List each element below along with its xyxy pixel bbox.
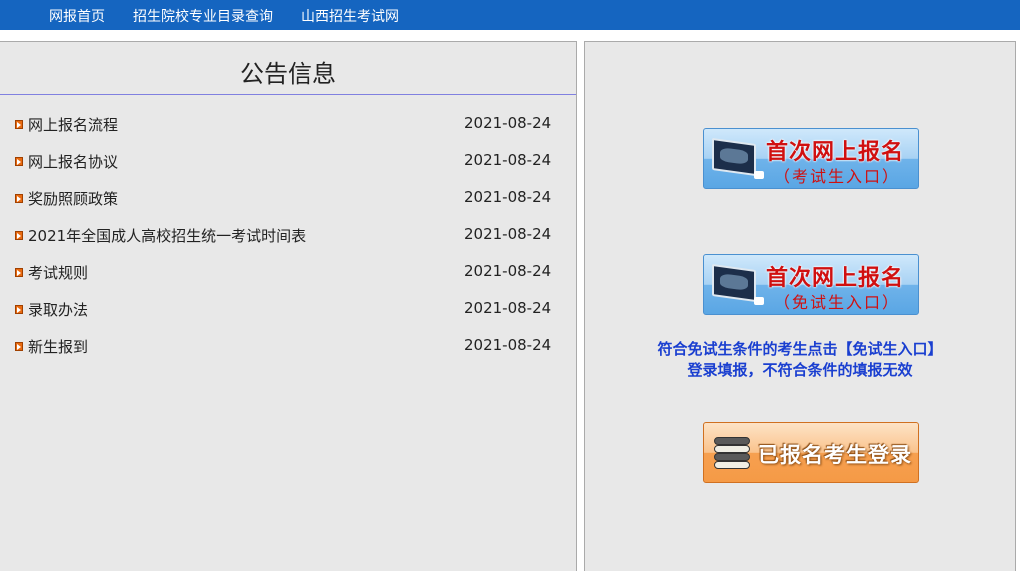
exam-register-main-label: 首次网上报名 <box>766 140 905 165</box>
exempt-register-sub-label: （免试生入口） <box>774 293 901 312</box>
arrow-bullet-icon <box>15 342 23 351</box>
notice-date: 2021-08-24 <box>464 299 552 317</box>
registered-login-button[interactable]: 已报名考生登录 <box>703 422 919 483</box>
arrow-bullet-icon <box>15 194 23 203</box>
notice-date: 2021-08-24 <box>464 188 552 206</box>
arrow-bullet-icon <box>15 305 23 314</box>
notice-date: 2021-08-24 <box>464 336 552 354</box>
arrow-bullet-icon <box>15 120 23 129</box>
exempt-hint-line2: 登录填报，不符合条件的填报无效 <box>687 361 913 379</box>
mouse-icon <box>754 171 764 179</box>
notice-item[interactable]: 网上报名流程 2021-08-24 <box>0 114 576 136</box>
notice-item[interactable]: 奖励照顾政策 2021-08-24 <box>0 188 576 210</box>
registration-panel: 首次网上报名 （考试生入口） 首次网上报名 （免试生入口） 符合免试生条件的考生… <box>584 41 1016 571</box>
monitor-icon <box>712 263 756 303</box>
notice-date: 2021-08-24 <box>464 114 552 132</box>
notice-item[interactable]: 录取办法 2021-08-24 <box>0 299 576 321</box>
exam-register-button[interactable]: 首次网上报名 （考试生入口） <box>703 128 919 189</box>
notice-panel: 公告信息 网上报名流程 2021-08-24 网上报名协议 2021-08-24… <box>0 41 577 571</box>
notice-panel-title: 公告信息 <box>240 60 336 88</box>
nav-link-home[interactable]: 网报首页 <box>49 6 105 26</box>
registered-login-label: 已报名考生登录 <box>758 443 912 467</box>
exam-register-sub-label: （考试生入口） <box>774 167 901 186</box>
exempt-hint-line1: 符合免试生条件的考生点击【免试生入口】 <box>657 340 943 358</box>
notice-title[interactable]: 考试规则 <box>28 262 88 283</box>
arrow-bullet-icon <box>15 268 23 277</box>
arrow-bullet-icon <box>15 157 23 166</box>
arrow-bullet-icon <box>15 231 23 240</box>
notice-title[interactable]: 2021年全国成人高校招生统一考试时间表 <box>28 225 306 246</box>
monitor-icon <box>712 137 756 177</box>
nav-link-exam-site[interactable]: 山西招生考试网 <box>301 6 399 26</box>
exempt-register-main-label: 首次网上报名 <box>766 266 905 291</box>
notice-date: 2021-08-24 <box>464 225 552 243</box>
notice-title[interactable]: 新生报到 <box>28 336 88 357</box>
notice-date: 2021-08-24 <box>464 151 552 169</box>
notice-item[interactable]: 2021年全国成人高校招生统一考试时间表 2021-08-24 <box>0 225 576 247</box>
exempt-register-button[interactable]: 首次网上报名 （免试生入口） <box>703 254 919 315</box>
notice-item[interactable]: 网上报名协议 2021-08-24 <box>0 151 576 173</box>
notice-item[interactable]: 考试规则 2021-08-24 <box>0 262 576 284</box>
notice-item[interactable]: 新生报到 2021-08-24 <box>0 336 576 358</box>
notice-title[interactable]: 网上报名流程 <box>28 114 118 135</box>
title-divider <box>0 94 576 95</box>
notice-title[interactable]: 奖励照顾政策 <box>28 188 118 209</box>
notice-title[interactable]: 网上报名协议 <box>28 151 118 172</box>
notice-date: 2021-08-24 <box>464 262 552 280</box>
nav-link-catalog-search[interactable]: 招生院校专业目录查询 <box>133 6 273 26</box>
mouse-icon <box>754 297 764 305</box>
top-nav-bar: 网报首页 招生院校专业目录查询 山西招生考试网 <box>0 0 1020 30</box>
notice-title[interactable]: 录取办法 <box>28 299 88 320</box>
books-icon <box>714 435 750 471</box>
